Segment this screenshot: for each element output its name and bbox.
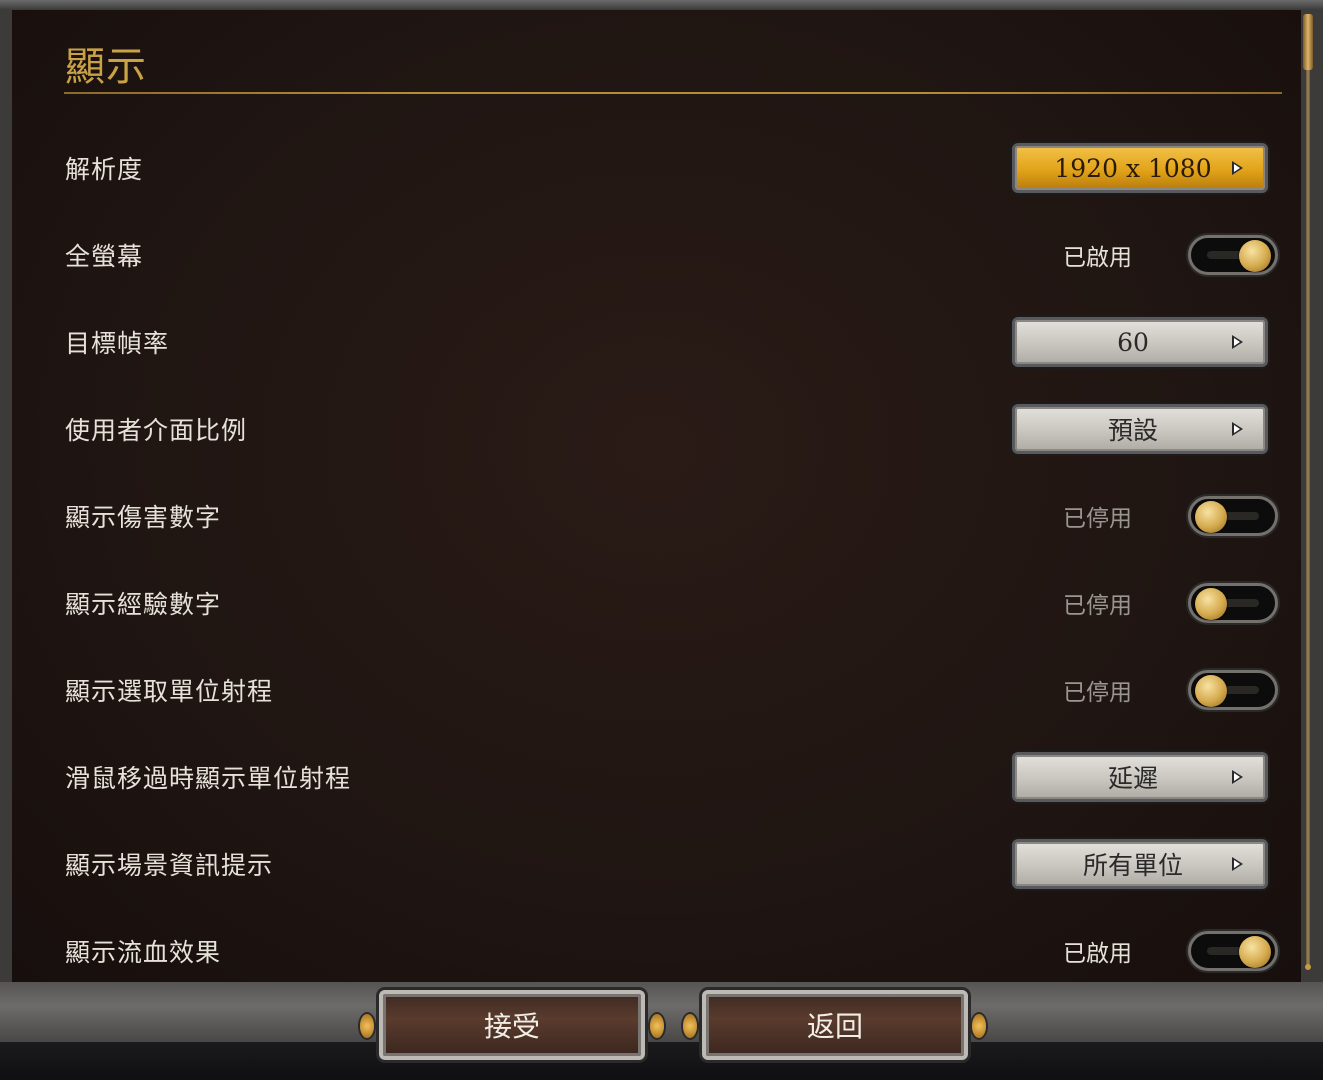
select-value: 預設 — [1107, 416, 1158, 445]
setting-label: 解析度 — [65, 155, 144, 184]
toggle-knob — [1195, 675, 1227, 707]
select-value: 延遲 — [1107, 764, 1158, 793]
toggle-state-text: 已啟用 — [1063, 941, 1132, 967]
setting-label: 顯示經驗數字 — [65, 590, 222, 619]
arrow-right-icon — [1232, 161, 1243, 175]
gem-ornament-icon — [650, 1014, 664, 1038]
scrollbar-end-cap — [1305, 964, 1311, 970]
setting-label: 顯示流血效果 — [65, 938, 222, 967]
hover-range-select[interactable]: 延遲 — [1012, 752, 1268, 802]
fullscreen-toggle[interactable] — [1188, 235, 1278, 275]
setting-row-scene-tooltips: 顯示場景資訊提示 所有單位 — [12, 834, 1312, 894]
arrow-right-icon — [1232, 857, 1243, 871]
setting-row-xp-numbers: 顯示經驗數字 已停用 — [12, 573, 1312, 633]
toggle-knob — [1195, 501, 1227, 533]
selected-unit-range-toggle[interactable] — [1188, 670, 1278, 710]
setting-row-hover-unit-range: 滑鼠移過時顯示單位射程 延遲 — [12, 747, 1312, 807]
setting-row-target-framerate: 目標幀率 60 — [12, 312, 1312, 372]
title-divider — [64, 92, 1282, 94]
xp-numbers-toggle[interactable] — [1188, 583, 1278, 623]
scene-tooltips-select[interactable]: 所有單位 — [1012, 839, 1268, 889]
toggle-knob — [1195, 588, 1227, 620]
setting-row-resolution: 解析度 1920 x 1080 — [12, 138, 1312, 198]
display-settings-panel: 顯示 解析度 1920 x 1080 全螢幕 已啟用 目標幀率 60 使用者介面… — [0, 10, 1323, 982]
arrow-right-icon — [1232, 422, 1243, 436]
setting-row-ui-scale: 使用者介面比例 預設 — [12, 399, 1312, 459]
setting-label: 滑鼠移過時顯示單位射程 — [65, 764, 352, 793]
vertical-scrollbar[interactable] — [1303, 14, 1313, 970]
scrollbar-thumb[interactable] — [1303, 14, 1313, 70]
blood-effects-toggle[interactable] — [1188, 931, 1278, 971]
back-button[interactable]: 返回 — [702, 990, 968, 1060]
scrollbar-track — [1306, 14, 1310, 966]
window-frame-top — [0, 0, 1323, 10]
bottom-backdrop — [0, 1042, 1323, 1080]
arrow-right-icon — [1232, 335, 1243, 349]
accept-button[interactable]: 接受 — [379, 990, 645, 1060]
setting-row-damage-numbers: 顯示傷害數字 已停用 — [12, 486, 1312, 546]
setting-row-selected-unit-range: 顯示選取單位射程 已停用 — [12, 660, 1312, 720]
framerate-select[interactable]: 60 — [1012, 317, 1268, 367]
setting-label: 顯示場景資訊提示 — [65, 851, 274, 880]
setting-row-fullscreen: 全螢幕 已啟用 — [12, 225, 1312, 285]
select-value: 所有單位 — [1082, 851, 1183, 880]
setting-row-blood-effects: 顯示流血效果 已啟用 — [12, 921, 1312, 981]
toggle-state-text: 已啟用 — [1063, 245, 1132, 271]
setting-label: 目標幀率 — [65, 329, 170, 358]
gem-ornament-icon — [360, 1014, 374, 1038]
setting-label: 使用者介面比例 — [65, 416, 248, 445]
select-value: 60 — [1117, 327, 1149, 357]
gem-ornament-icon — [972, 1014, 986, 1038]
arrow-right-icon — [1232, 770, 1243, 784]
setting-label: 顯示傷害數字 — [65, 503, 222, 532]
toggle-knob — [1239, 936, 1271, 968]
select-value: 1920 x 1080 — [1054, 153, 1212, 183]
ui-scale-select[interactable]: 預設 — [1012, 404, 1268, 454]
page-title: 顯示 — [65, 44, 147, 90]
toggle-knob — [1239, 240, 1271, 272]
resolution-select[interactable]: 1920 x 1080 — [1012, 143, 1268, 193]
setting-label: 顯示選取單位射程 — [65, 677, 274, 706]
damage-numbers-toggle[interactable] — [1188, 496, 1278, 536]
toggle-state-text: 已停用 — [1063, 506, 1132, 532]
setting-label: 全螢幕 — [65, 242, 144, 271]
gem-ornament-icon — [683, 1014, 697, 1038]
toggle-state-text: 已停用 — [1063, 680, 1132, 706]
toggle-state-text: 已停用 — [1063, 593, 1132, 619]
